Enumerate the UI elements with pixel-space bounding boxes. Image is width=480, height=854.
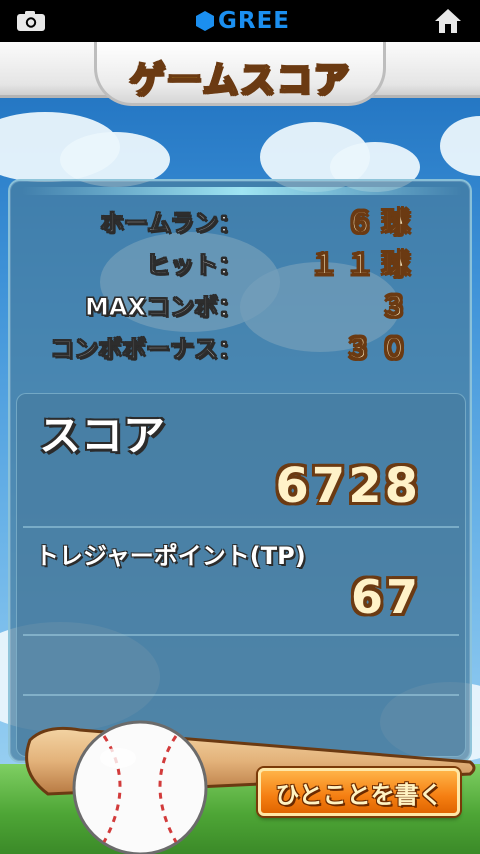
stat-label: MAXコンボ：: [85, 293, 243, 322]
baseball-icon: [72, 720, 208, 854]
game-scene: ゲームスコア ホームラン： ６球 ヒット： １１球 MAXコンボ： ３ コンボボ…: [0, 42, 480, 854]
stat-label: コンボボーナス：: [50, 335, 243, 364]
stat-row-hit: ヒット： １１球: [10, 245, 474, 285]
score-panel: ホームラン： ６球 ヒット： １１球 MAXコンボ： ３ コンボボーナス： ３０…: [8, 179, 472, 763]
stat-row-homerun: ホームラン： ６球: [10, 203, 474, 243]
stat-value: １１球: [309, 248, 418, 282]
top-bar: GREE: [0, 0, 480, 42]
gree-hexagon-icon: [196, 11, 214, 31]
stat-row-max-combo: MAXコンボ： ３: [10, 287, 474, 327]
panel-highlight: [22, 187, 462, 195]
stat-row-combo-bonus: コンボボーナス： ３０: [10, 329, 474, 369]
score-value: 6728: [275, 458, 421, 514]
gree-logo[interactable]: GREE: [196, 7, 290, 35]
treasure-point-label: トレジャーポイント(TP): [35, 542, 306, 570]
divider: [23, 526, 459, 528]
title-banner: ゲームスコア: [0, 42, 480, 106]
camera-icon[interactable]: [16, 10, 46, 32]
stat-label: ヒット：: [146, 251, 243, 280]
stat-value: ６球: [345, 206, 418, 240]
treasure-point-value: 67: [350, 570, 421, 624]
write-comment-label: ひとことを書く: [275, 780, 443, 809]
score-label: スコア: [39, 411, 166, 460]
brand-name: GREE: [218, 8, 291, 34]
stat-label: ホームラン：: [99, 209, 242, 238]
home-icon[interactable]: [434, 8, 462, 34]
cloud: [440, 116, 480, 176]
stat-value: ３０: [343, 332, 416, 366]
divider: [23, 634, 459, 636]
stat-value: ３: [379, 290, 416, 324]
page-title: ゲームスコア: [129, 58, 351, 101]
write-comment-button[interactable]: ひとことを書く: [258, 768, 460, 816]
